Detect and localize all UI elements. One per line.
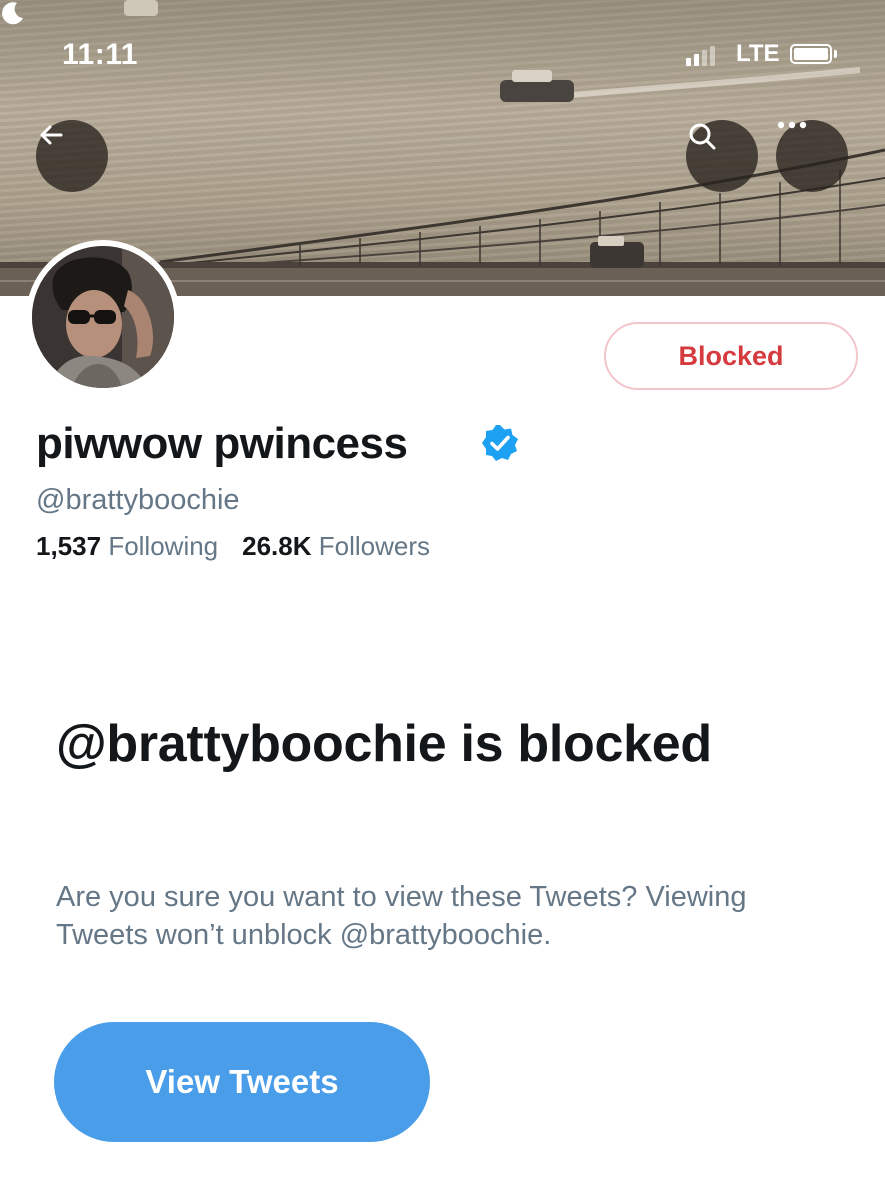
battery-tip bbox=[834, 50, 837, 58]
profile-handle: @brattyboochie bbox=[36, 484, 240, 516]
avatar-photo bbox=[32, 246, 174, 388]
profile-stats: 1,537 Following 26.8K Followers bbox=[36, 531, 430, 562]
back-button[interactable] bbox=[36, 120, 108, 192]
signal-icon bbox=[686, 46, 715, 66]
followers-label: Followers bbox=[318, 531, 431, 561]
following-stat[interactable]: 1,537 Following bbox=[36, 531, 218, 561]
search-icon bbox=[689, 123, 716, 150]
following-count: 1,537 bbox=[36, 531, 102, 561]
network-label: LTE bbox=[736, 40, 780, 67]
back-arrow-icon bbox=[40, 125, 63, 145]
battery-icon bbox=[790, 44, 832, 64]
blocked-notice-description: Are you sure you want to view these Twee… bbox=[56, 881, 747, 951]
followers-stat[interactable]: 26.8K Followers bbox=[242, 531, 430, 561]
display-name: piwwow pwincess bbox=[36, 419, 408, 468]
verified-badge-icon bbox=[482, 425, 518, 461]
moon-icon bbox=[2, 2, 24, 25]
blocked-notice-title: @brattyboochie is blocked bbox=[56, 715, 712, 773]
blocked-button[interactable]: Blocked bbox=[604, 322, 858, 390]
more-options-button[interactable] bbox=[776, 120, 848, 192]
followers-count: 26.8K bbox=[242, 531, 312, 561]
avatar[interactable] bbox=[26, 240, 180, 394]
view-tweets-button[interactable]: View Tweets bbox=[54, 1022, 430, 1142]
status-time: 11:11 bbox=[62, 38, 138, 71]
search-button[interactable] bbox=[686, 120, 758, 192]
more-icon bbox=[777, 121, 807, 129]
following-label: Following bbox=[108, 531, 219, 561]
